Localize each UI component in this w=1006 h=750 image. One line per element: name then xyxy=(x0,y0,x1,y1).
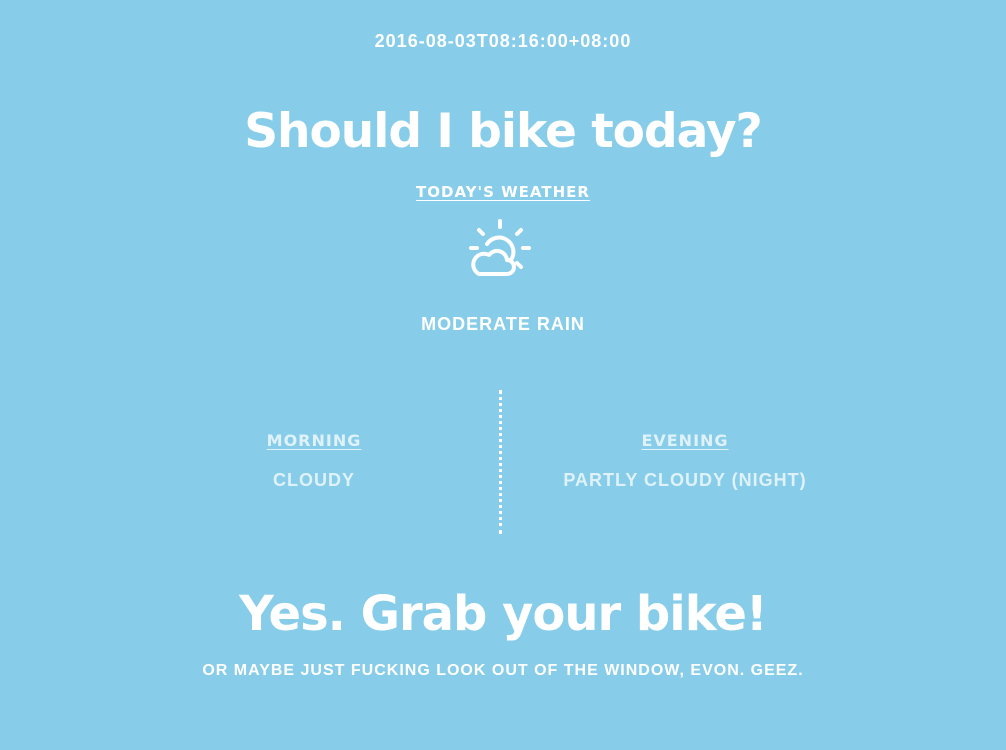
evening-label: EVENING xyxy=(641,431,729,450)
verdict-note: OR MAYBE JUST FUCKING LOOK OUT OF THE WI… xyxy=(202,662,804,679)
verdict-answer: Yes. Grab your bike! xyxy=(239,586,768,642)
dotted-divider xyxy=(499,390,502,534)
evening-forecast: EVENING PARTLY CLOUDY (NIGHT) xyxy=(535,431,835,491)
morning-condition: CLOUDY xyxy=(273,470,355,490)
current-condition: MODERATE RAIN xyxy=(421,314,585,334)
timestamp: 2016-08-03T08:16:00+08:00 xyxy=(374,31,632,51)
morning-label: MORNING xyxy=(266,431,362,450)
todays-weather-label: TODAY'S WEATHER xyxy=(416,183,590,201)
evening-condition: PARTLY CLOUDY (NIGHT) xyxy=(563,470,807,490)
morning-forecast: MORNING CLOUDY xyxy=(214,431,414,491)
page-title: Should I bike today? xyxy=(244,104,763,159)
sun-cloud-icon xyxy=(469,219,531,276)
